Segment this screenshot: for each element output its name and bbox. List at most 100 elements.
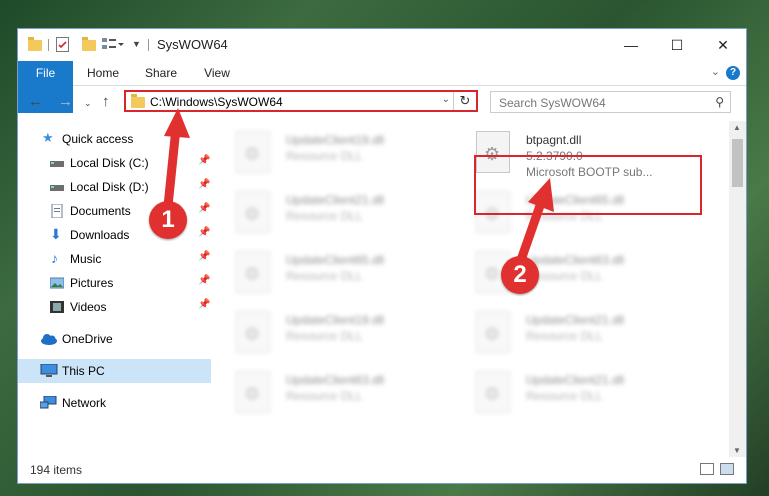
- sidebar-item-music[interactable]: ♪ Music 📌: [18, 247, 211, 271]
- list-item[interactable]: UpdateClient19.dll Resource DLL: [218, 127, 448, 179]
- file-name: UpdateClient19.dll: [286, 313, 385, 327]
- list-item[interactable]: UpdateClient19.dll Resource DLL: [218, 307, 448, 359]
- music-icon: ♪: [51, 250, 58, 266]
- pin-icon[interactable]: 📌: [198, 299, 210, 310]
- divider: [48, 39, 49, 51]
- documents-icon: [50, 203, 64, 219]
- explorer-window: ▼ SysWOW64 — ☐ ✕ File Home Share View ⌄ …: [17, 28, 747, 484]
- address-bar[interactable]: C:\Windows\SysWOW64 ⌄ ↻: [124, 90, 478, 112]
- refresh-icon[interactable]: ↻: [453, 92, 476, 110]
- customize-toolbar-icon[interactable]: [102, 37, 124, 53]
- file-name: UpdateClient21.dll: [286, 193, 385, 207]
- divider: [148, 39, 149, 51]
- pin-icon[interactable]: 📌: [198, 251, 210, 262]
- window-title: SysWOW64: [157, 37, 228, 52]
- large-icons-view-icon[interactable]: [720, 463, 734, 475]
- item-count: 194 items: [30, 463, 83, 477]
- sidebar-item-label: OneDrive: [62, 332, 113, 346]
- status-bar: 194 items: [18, 457, 746, 483]
- drive-icon: [50, 156, 64, 170]
- folder-icon: [131, 94, 145, 108]
- up-button[interactable]: ↑: [102, 93, 110, 110]
- step-2-badge: 2: [501, 256, 539, 294]
- list-item[interactable]: UpdateClient21.dll Resource DLL: [218, 187, 448, 239]
- tab-share[interactable]: Share: [136, 61, 186, 85]
- computer-icon: [40, 363, 58, 378]
- scrollbar-thumb[interactable]: [732, 139, 743, 187]
- sidebar-item-quick-access[interactable]: ★ Quick access: [18, 127, 211, 151]
- minimize-button[interactable]: —: [608, 29, 654, 61]
- navigation-bar: ← → ⌄ ↑ C:\Windows\SysWOW64 ⌄ ↻ Search S…: [18, 87, 746, 119]
- file-type: Resource DLL: [286, 269, 363, 283]
- tab-home[interactable]: Home: [78, 61, 128, 85]
- address-dropdown-icon[interactable]: ⌄: [442, 94, 450, 105]
- properties-icon[interactable]: [56, 37, 70, 53]
- back-button[interactable]: ←: [28, 93, 43, 110]
- list-item[interactable]: UpdateClient21.dll Resource DLL: [458, 307, 688, 359]
- download-icon: ⬇: [50, 226, 62, 242]
- address-path: C:\Windows\SysWOW64: [150, 95, 283, 109]
- recent-locations-icon[interactable]: ⌄: [84, 98, 92, 109]
- sidebar-item-label: This PC: [62, 364, 105, 378]
- file-name: btpagnt.dll: [526, 133, 582, 147]
- list-item[interactable]: UpdateClient63.dll Resource DLL: [458, 247, 688, 299]
- sidebar-item-label: Videos: [70, 300, 107, 314]
- chevron-down-icon[interactable]: ▼: [132, 39, 141, 55]
- video-icon: [50, 300, 64, 314]
- sidebar-item-onedrive[interactable]: OneDrive: [18, 327, 211, 351]
- file-name: UpdateClient21.dll: [526, 373, 625, 387]
- dll-file-icon: [236, 191, 270, 233]
- highlight-box: [474, 155, 702, 215]
- sidebar-item-label: Downloads: [70, 228, 130, 242]
- ribbon-tabs: File Home Share View ⌄ ?: [18, 61, 746, 113]
- sidebar-item-videos[interactable]: Videos 📌: [18, 295, 211, 319]
- file-type: Resource DLL: [286, 389, 363, 403]
- file-type: Resource DLL: [526, 389, 603, 403]
- dll-file-icon: [236, 311, 270, 353]
- tab-view[interactable]: View: [194, 61, 240, 85]
- drive-icon: [50, 180, 64, 194]
- sidebar-item-label: Local Disk (C:): [70, 156, 149, 170]
- pin-icon[interactable]: 📌: [198, 275, 210, 286]
- file-name: UpdateClient21.dll: [526, 313, 625, 327]
- vertical-scrollbar[interactable]: ▲ ▼: [729, 121, 746, 457]
- expand-ribbon-icon[interactable]: ⌄: [711, 65, 720, 78]
- file-type: Resource DLL: [286, 149, 363, 163]
- step-1-badge: 1: [149, 201, 187, 239]
- network-icon: [39, 395, 57, 410]
- sidebar-item-label: Documents: [70, 204, 131, 218]
- scroll-up-icon[interactable]: ▲: [733, 123, 741, 132]
- file-name: UpdateClient63.dll: [526, 253, 625, 267]
- sidebar-item-network[interactable]: Network: [18, 391, 211, 415]
- list-item[interactable]: UpdateClient63.dll Resource DLL: [218, 367, 448, 419]
- dll-file-icon: [236, 131, 270, 173]
- pin-icon[interactable]: 📌: [198, 227, 210, 238]
- dll-file-icon: [476, 311, 510, 353]
- sidebar-item-label: Pictures: [70, 276, 114, 290]
- close-button[interactable]: ✕: [700, 29, 746, 61]
- sidebar-item-this-pc[interactable]: This PC: [18, 359, 211, 383]
- sidebar-item-label: Network: [62, 396, 107, 410]
- details-view-icon[interactable]: [700, 463, 714, 475]
- sidebar-item-local-disk-c[interactable]: Local Disk (C:) 📌: [18, 151, 211, 175]
- pin-icon[interactable]: 📌: [198, 179, 210, 190]
- file-name: UpdateClient19.dll: [286, 133, 385, 147]
- list-item[interactable]: UpdateClient21.dll Resource DLL: [458, 367, 688, 419]
- maximize-button[interactable]: ☐: [654, 29, 700, 61]
- scroll-down-icon[interactable]: ▼: [733, 446, 741, 455]
- pictures-icon: [49, 276, 65, 290]
- sidebar-item-pictures[interactable]: Pictures 📌: [18, 271, 211, 295]
- search-input[interactable]: Search SysWOW64 ⚲: [490, 91, 731, 113]
- help-icon[interactable]: ?: [726, 66, 740, 80]
- title-bar: ▼ SysWOW64 — ☐ ✕: [18, 29, 746, 61]
- search-icon[interactable]: ⚲: [715, 95, 724, 109]
- cloud-icon: [40, 332, 57, 346]
- list-item[interactable]: UpdateClient65.dll Resource DLL: [218, 247, 448, 299]
- pin-icon[interactable]: 📌: [198, 155, 210, 166]
- sidebar-item-label: Music: [70, 252, 102, 266]
- pin-icon[interactable]: 📌: [198, 203, 210, 214]
- file-type: Resource DLL: [286, 329, 363, 343]
- sidebar-item-local-disk-d[interactable]: Local Disk (D:) 📌: [18, 175, 211, 199]
- sidebar-item-label: Quick access: [62, 132, 134, 146]
- forward-button[interactable]: →: [58, 93, 73, 110]
